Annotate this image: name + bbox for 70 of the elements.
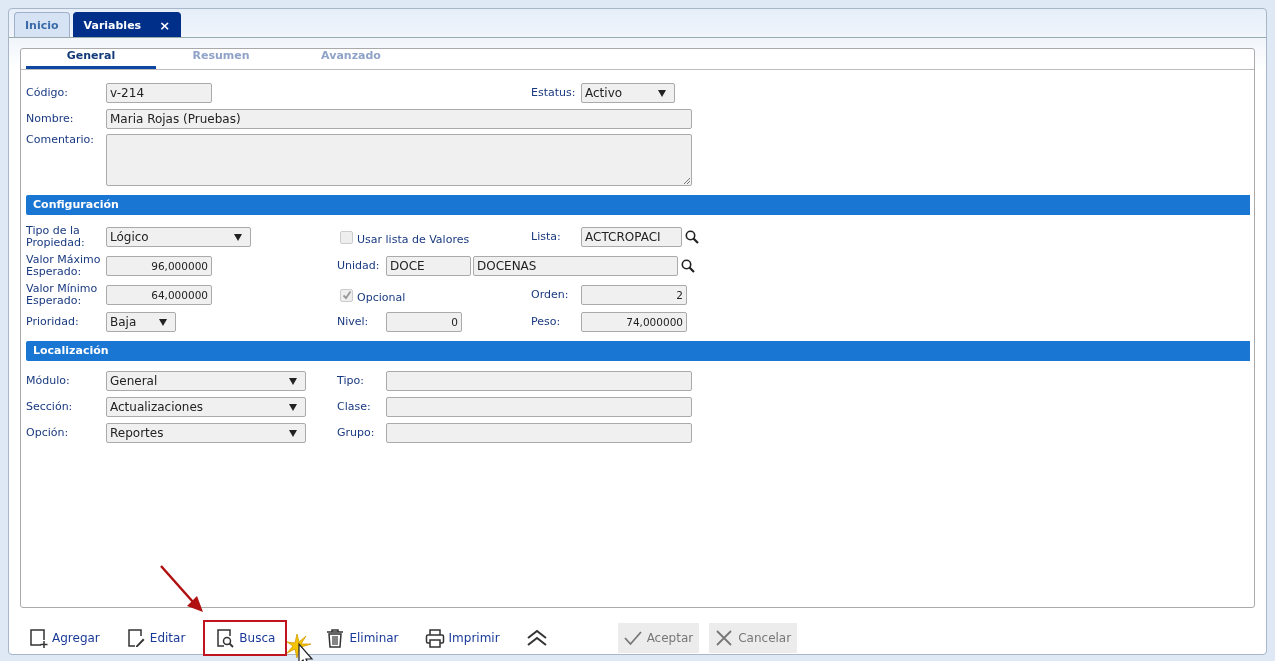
toolbar-button[interactable]: Editar xyxy=(117,620,194,656)
text-field[interactable]: ACTCROPACI xyxy=(581,227,682,247)
resize-grip-icon[interactable] xyxy=(683,177,690,184)
dropdown[interactable]: Baja xyxy=(106,312,176,332)
text-field[interactable]: DOCENAS xyxy=(473,256,678,276)
tab[interactable]: General xyxy=(26,49,156,69)
search-icon[interactable] xyxy=(685,230,699,244)
dropdown[interactable]: Activo xyxy=(581,83,675,103)
field-label: Lista: xyxy=(531,231,562,243)
number-field[interactable]: 74,000000 xyxy=(581,312,687,332)
checkbox-label: Usar lista de Valores xyxy=(357,232,470,246)
dropdown[interactable]: Lógico xyxy=(106,227,251,247)
toolbar-button[interactable]: Agregar xyxy=(20,620,108,656)
dropdown-arrow-icon xyxy=(289,377,297,385)
number-field[interactable]: 0 xyxy=(386,312,462,332)
field-label: Valor Máximo Esperado: xyxy=(26,254,102,278)
section-header: Configuración xyxy=(26,195,1250,215)
tab[interactable]: Variables × xyxy=(72,12,182,37)
field-label: Nombre: xyxy=(26,113,75,125)
field-label: Tipo: xyxy=(337,375,365,387)
toolbar-button[interactable]: Eliminar xyxy=(317,620,407,656)
number-field[interactable]: 96,000000 xyxy=(106,256,212,276)
close-icon xyxy=(715,629,734,647)
section-header: Localización xyxy=(26,341,1250,361)
double-chevron-up-icon xyxy=(525,629,548,647)
printer-icon xyxy=(424,628,445,648)
annotation-arrow xyxy=(159,564,205,614)
field-label: Prioridad: xyxy=(26,316,80,328)
field-label: Peso: xyxy=(531,316,562,328)
number-field[interactable]: 64,000000 xyxy=(106,285,212,305)
search-icon xyxy=(215,628,236,648)
field-label: Clase: xyxy=(337,401,372,413)
dropdown-arrow-icon xyxy=(289,429,297,437)
check-icon xyxy=(623,629,642,647)
dropdown-arrow-icon xyxy=(159,318,167,326)
text-field[interactable]: v-214 xyxy=(106,83,212,103)
field-label: Nivel: xyxy=(337,316,370,328)
edit-icon xyxy=(125,628,146,648)
text-field[interactable] xyxy=(386,397,692,417)
field-label: Tipo de la Propiedad: xyxy=(26,225,86,249)
text-field[interactable] xyxy=(386,423,692,443)
field-label: Sección: xyxy=(26,401,74,413)
field-label: Estatus: xyxy=(531,87,577,99)
dropdown[interactable]: General xyxy=(106,371,306,391)
field-label: Módulo: xyxy=(26,375,71,387)
dropdown[interactable]: Reportes xyxy=(106,423,306,443)
toolbar-button[interactable]: Imprimir xyxy=(416,620,508,656)
textarea-field[interactable] xyxy=(106,134,692,186)
field-label: Código: xyxy=(26,87,69,99)
close-tab-button[interactable]: × xyxy=(159,17,171,33)
toolbar-button[interactable]: Busca xyxy=(203,620,288,656)
dropdown[interactable]: Actualizaciones xyxy=(106,397,306,417)
add-icon xyxy=(28,628,48,648)
tab[interactable]: Inicio xyxy=(14,12,70,37)
field-label: Unidad: xyxy=(337,260,381,272)
number-field[interactable]: 2 xyxy=(581,285,687,305)
text-field[interactable] xyxy=(386,371,692,391)
field-label: Valor Mínimo Esperado: xyxy=(26,283,99,307)
checkbox-label: Opcional xyxy=(357,290,406,304)
field-label: Grupo: xyxy=(337,427,376,439)
text-field[interactable]: DOCE xyxy=(386,256,471,276)
dropdown-arrow-icon xyxy=(234,233,242,241)
field-label: Opción: xyxy=(26,427,70,439)
field-label: Orden: xyxy=(531,289,570,301)
trash-icon xyxy=(325,628,346,648)
dropdown-arrow-icon xyxy=(289,403,297,411)
field-label: Comentario: xyxy=(26,134,95,146)
search-icon[interactable] xyxy=(681,259,695,273)
text-field[interactable]: Maria Rojas (Pruebas) xyxy=(106,109,692,129)
dropdown-arrow-icon xyxy=(658,89,666,97)
